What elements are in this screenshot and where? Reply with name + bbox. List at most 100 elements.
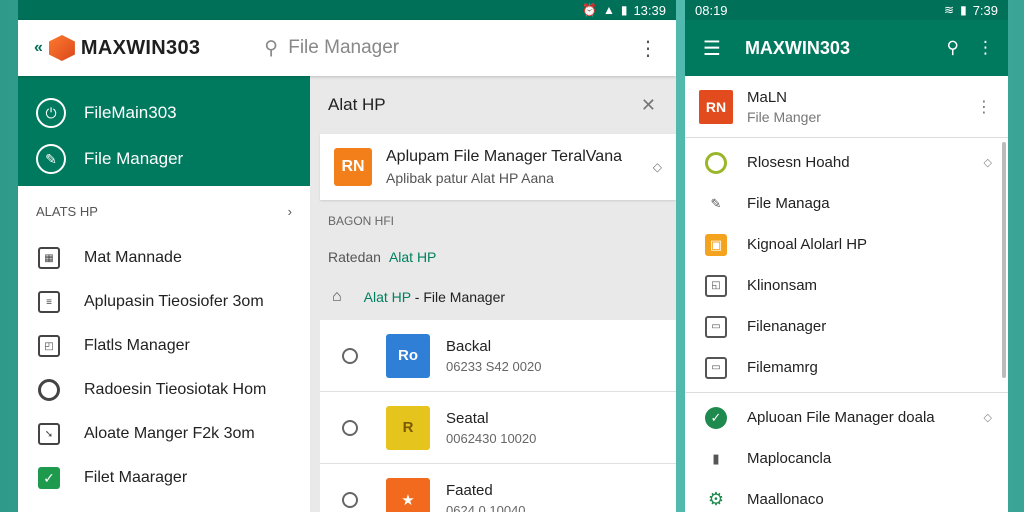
list-item[interactable]: ◱ Klinonsam [685, 265, 1008, 306]
chevron-right-icon[interactable]: › [288, 204, 292, 219]
box-icon: ◱ [705, 274, 727, 297]
check-icon: ✓ [38, 467, 60, 489]
status-left-time: 08:19 [695, 2, 728, 18]
drawer-item[interactable]: ≡ Aplupasin Tieosiofer 3om [18, 280, 310, 324]
nav-list: Rlosesn Hoahd ◇ ✎ File Managa ▣ Kignoal … [685, 142, 1008, 512]
list-item[interactable]: Rlosesn Hoahd ◇ [685, 142, 1008, 183]
drawer-header-label: File Manager [84, 149, 184, 168]
drawer-item-label: Filet Maarager [84, 469, 188, 486]
olive-ring-icon [705, 151, 727, 174]
drawer-item[interactable]: ➘ Aloate Manger F2k 3om [18, 412, 310, 456]
drawer-header-label: FileMain303 [84, 103, 177, 122]
radio-button[interactable] [342, 491, 358, 508]
content-title: Alat HP [328, 95, 386, 114]
drawer-item[interactable]: ▦ Mat Mannade [18, 236, 310, 280]
drawer-item-label: Aloate Manger F2k 3om [84, 425, 255, 442]
list-item-label: Rlosesn Hoahd [747, 154, 850, 171]
list-item[interactable]: ⚙ Maallonaco [685, 479, 1008, 512]
list-item[interactable]: ▣ Kignoal Alolarl HP [685, 224, 1008, 265]
drawer-header-item[interactable]: ⏻ FileMain303 [18, 90, 310, 136]
chevron-icon[interactable]: ◇ [984, 411, 992, 424]
screen-right: 08:19 ≋ ▮ 7:39 ☰ MAXWIN303 ⚲ ⋮ RN MaLN F… [685, 0, 1008, 512]
list-item[interactable]: ▮ Maplocancla [685, 438, 1008, 479]
drawer-item-label: Aplupasin Tieosiofer 3om [84, 293, 264, 310]
battery-icon: ▮ [620, 3, 628, 17]
search-icon[interactable]: ⚲ [947, 38, 959, 58]
back-icon[interactable]: « [34, 39, 43, 57]
account-header[interactable]: RN MaLN File Manger ⋮ [685, 76, 1008, 138]
chevron-icon[interactable]: ◇ [653, 160, 662, 174]
file-thumbnail-icon: R [386, 405, 430, 450]
list-item-label: Filemamrg [747, 359, 818, 376]
amber-box-icon: ▣ [705, 233, 727, 256]
more-menu-icon[interactable]: ⋮ [977, 38, 994, 58]
account-name: MaLN [747, 88, 788, 106]
app-bar: « MAXWIN303 ⚲ File Manager ⋮ [18, 20, 676, 76]
alarm-icon: ⏰ [582, 3, 597, 17]
breadcrumb-link[interactable]: Alat HP [364, 289, 411, 305]
more-menu-icon[interactable]: ⋮ [636, 36, 660, 61]
list-item[interactable]: ▭ Filenanager [685, 306, 1008, 347]
file-row[interactable]: R Seatal 0062430 10020 [320, 392, 676, 464]
home-icon[interactable]: ⌂ [332, 288, 342, 306]
gear-icon: ⚙ [707, 489, 725, 509]
rated-link[interactable]: Alat HP [389, 249, 436, 265]
hamburger-menu-icon[interactable]: ☰ [703, 36, 721, 61]
search-icon[interactable]: ⚲ [264, 37, 278, 60]
file-row[interactable]: ★ Faated 0624 0 10040 [320, 464, 676, 512]
nav-drawer: ⏻ FileMain303 ✎ File Manager ALATS HP › … [18, 76, 310, 512]
box-icon: ◰ [38, 335, 60, 357]
compass-icon: ✎ [36, 144, 66, 174]
brand-logo-icon [48, 35, 75, 61]
folder-tag-icon: ▭ [705, 315, 727, 338]
rated-prefix: Ratedan [328, 249, 381, 265]
drawer-item[interactable]: ◰ Flatls Manager [18, 324, 310, 368]
list-item-label: Maplocancla [747, 450, 832, 467]
section-label: BAGON HFI [328, 214, 395, 228]
drawer-item-label: Mat Mannade [84, 249, 182, 266]
drawer-item-label: Radoesin Tieosiotak Hom [84, 381, 267, 398]
drawer-item[interactable]: ✓ Filet Maarager [18, 456, 310, 500]
close-icon[interactable]: ✕ [641, 95, 656, 116]
file-name: Seatal [446, 409, 489, 427]
file-meta: 0624 0 10040 [446, 502, 526, 512]
app-logo-icon: RN [334, 148, 372, 186]
drawer-item-label: Flatls Manager [84, 337, 190, 354]
file-name: Backal [446, 337, 492, 355]
radio-button[interactable] [342, 419, 358, 436]
list-item-label: Maallonaco [747, 491, 824, 508]
drawer-item[interactable]: Radoesin Tieosiotak Hom [18, 368, 310, 412]
list-item-label: File Managa [747, 195, 830, 212]
status-bar: ⏰ ▲ ▮ 13:39 [18, 0, 676, 20]
list-item-label: Apluoan File Manager doala [747, 409, 935, 426]
chevron-icon[interactable]: ◇ [984, 156, 992, 169]
green-check-icon: ✓ [705, 406, 727, 429]
scrollbar[interactable] [1002, 142, 1006, 378]
file-name: Faated [446, 481, 493, 499]
search-input[interactable]: File Manager [288, 37, 399, 59]
search-bar[interactable]: ⚲ File Manager [264, 37, 636, 60]
file-row[interactable]: Ro Backal 06233 S42 0020 [320, 320, 676, 392]
divider [685, 392, 1008, 393]
drawer-section-header: ALATS HP › [18, 186, 310, 236]
save-icon: ▮ [712, 450, 720, 466]
wifi-icon: ≋ [944, 3, 955, 17]
pin-icon: ✎ [710, 195, 722, 211]
arrow-box-icon: ➘ [38, 423, 60, 445]
breadcrumb: ⌂ Alat HP - File Manager [310, 274, 676, 320]
main-content: Alat HP ✕ RN Aplupam File Manager TeralV… [310, 76, 676, 512]
content-header: Alat HP ✕ [310, 76, 676, 134]
file-meta: 06233 S42 0020 [446, 358, 542, 374]
featured-subtitle: Aplibak patur Alat HP Aana [386, 170, 554, 186]
drawer-header-item[interactable]: ✎ File Manager [18, 136, 310, 182]
drawer-header: ⏻ FileMain303 ✎ File Manager [18, 76, 310, 186]
list-item[interactable]: ✎ File Managa [685, 183, 1008, 224]
list-item[interactable]: ✓ Apluoan File Manager doala ◇ [685, 397, 1008, 438]
breadcrumb-current: - File Manager [414, 289, 506, 305]
featured-app-card[interactable]: RN Aplupam File Manager TeralVana Apliba… [320, 134, 676, 200]
radio-button[interactable] [342, 347, 358, 364]
list-item-label: Kignoal Alolarl HP [747, 236, 868, 253]
app-bar: ☰ MAXWIN303 ⚲ ⋮ [685, 20, 1008, 76]
more-menu-icon[interactable]: ⋮ [976, 97, 992, 117]
list-item[interactable]: ▭ Filemamrg [685, 347, 1008, 388]
